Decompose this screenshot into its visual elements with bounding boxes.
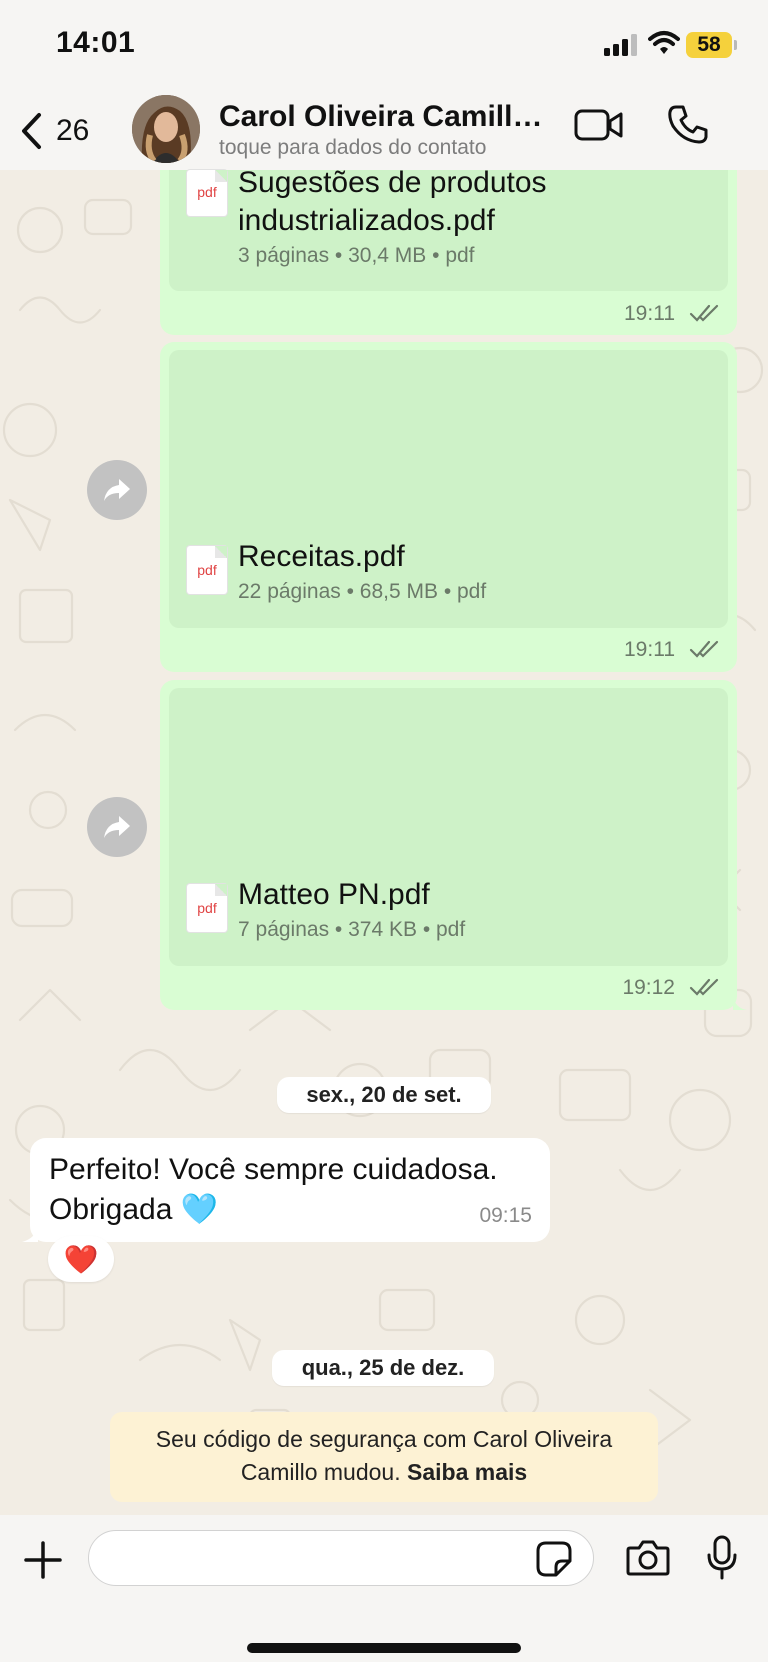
security-code-notice[interactable]: Seu código de segurança com Carol Olivei… [110, 1412, 658, 1502]
plus-icon[interactable] [24, 1541, 62, 1579]
date-separator: sex., 20 de set. [277, 1077, 491, 1113]
wifi-icon [648, 31, 680, 54]
message-reaction[interactable]: ❤️ [48, 1236, 114, 1282]
message-input[interactable] [88, 1530, 594, 1586]
message-time: 19:11 [624, 638, 675, 661]
message-composer [0, 1515, 768, 1662]
document-name: Receitas.pdf [238, 540, 405, 573]
status-time: 14:01 [56, 26, 136, 59]
battery-tip [734, 40, 737, 50]
video-call-icon[interactable] [574, 108, 624, 142]
home-indicator [247, 1643, 521, 1653]
status-bar: 14:01 58 [0, 0, 768, 90]
document-card[interactable]: pdf Matteo PN.pdf 7 páginas • 374 KB • p… [169, 688, 728, 966]
pdf-file-icon: pdf [187, 884, 227, 932]
battery-indicator: 58 [686, 32, 732, 58]
microphone-icon[interactable] [706, 1535, 738, 1581]
learn-more-link[interactable]: Saiba mais [407, 1459, 527, 1485]
outgoing-message[interactable]: pdf Receitas.pdf 22 páginas • 68,5 MB • … [160, 342, 737, 672]
document-meta: 22 páginas • 68,5 MB • pdf [238, 580, 487, 603]
outgoing-message[interactable]: pdf Sugestões de produtos industrializad… [160, 166, 737, 335]
document-card[interactable]: pdf Sugestões de produtos industrializad… [169, 166, 728, 291]
message-time: 19:12 [622, 976, 675, 999]
read-receipt-icon [689, 304, 719, 322]
contact-name[interactable]: Carol Oliveira Camillo... [219, 100, 549, 134]
message-time: 19:11 [624, 302, 675, 325]
date-separator: qua., 25 de dez. [272, 1350, 494, 1386]
message-text: Perfeito! Você sempre cuidadosa. Obrigad… [49, 1153, 498, 1226]
forward-icon [104, 816, 130, 838]
forward-button[interactable] [87, 797, 147, 857]
forward-button[interactable] [87, 460, 147, 520]
document-name: Matteo PN.pdf [238, 878, 430, 911]
message-time: 09:15 [479, 1204, 532, 1227]
read-receipt-icon [689, 640, 719, 658]
read-receipt-icon [689, 978, 719, 996]
contact-avatar[interactable] [132, 95, 200, 163]
signal-icon [604, 34, 637, 56]
bubble-tail [733, 996, 747, 1010]
camera-icon[interactable] [626, 1539, 670, 1577]
contact-subtitle[interactable]: toque para dados do contato [219, 136, 486, 160]
document-card[interactable]: pdf Receitas.pdf 22 páginas • 68,5 MB • … [169, 350, 728, 628]
chat-header: 26 Carol Oliveira Camillo... toque para … [0, 90, 768, 170]
chevron-left-icon [22, 113, 41, 149]
heart-reaction-icon: ❤️ [63, 1243, 99, 1275]
outgoing-message[interactable]: pdf Matteo PN.pdf 7 páginas • 374 KB • p… [160, 680, 737, 1010]
back-button[interactable]: 26 [20, 108, 110, 154]
phone-call-icon[interactable] [668, 104, 708, 144]
forward-icon [104, 479, 130, 501]
sticker-icon[interactable] [536, 1541, 572, 1577]
document-meta: 3 páginas • 30,4 MB • pdf [238, 244, 475, 267]
incoming-message[interactable]: Perfeito! Você sempre cuidadosa. Obrigad… [30, 1138, 550, 1242]
pdf-file-icon: pdf [187, 546, 227, 594]
pdf-file-icon: pdf [187, 170, 227, 216]
document-meta: 7 páginas • 374 KB • pdf [238, 918, 466, 941]
document-name: Sugestões de produtos industrializados.p… [238, 166, 547, 237]
unread-count: 26 [56, 114, 90, 147]
